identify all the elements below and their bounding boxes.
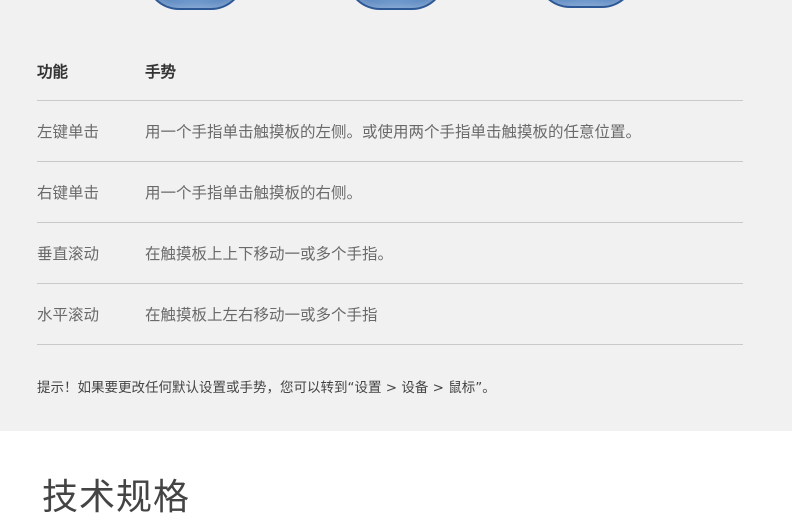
table-row: 左键单击 用一个手指单击触摸板的左侧。或使用两个手指单击触摸板的任意位置。: [37, 101, 743, 162]
function-cell: 左键单击: [37, 123, 100, 141]
gesture-table: 功能 手势 左键单击 用一个手指单击触摸板的左侧。或使用两个手指单击触摸板的任意…: [37, 41, 743, 345]
gesture-cell: 在触摸板上左右移动一或多个手指: [145, 306, 378, 324]
table-row: 水平滚动 在触摸板上左右移动一或多个手指: [37, 284, 743, 345]
table-row: 垂直滚动 在触摸板上上下移动一或多个手指。: [37, 223, 743, 284]
function-cell: 水平滚动: [37, 306, 100, 324]
function-cell: 垂直滚动: [37, 245, 100, 263]
touchpad-gestures-panel: 功能 手势 左键单击 用一个手指单击触摸板的左侧。或使用两个手指单击触摸板的任意…: [0, 0, 792, 431]
gesture-cell: 用一个手指单击触摸板的右侧。: [145, 184, 363, 202]
gesture-illustration-scroll: [536, 0, 636, 8]
gesture-cell: 用一个手指单击触摸板的左侧。或使用两个手指单击触摸板的任意位置。: [145, 123, 642, 141]
table-header-row: 功能 手势: [37, 41, 743, 101]
column-header-function: 功能: [37, 62, 69, 81]
gesture-illustration-right-click: [346, 0, 446, 10]
gesture-cell: 在触摸板上上下移动一或多个手指。: [145, 245, 394, 263]
settings-tip: 提示！如果要更改任何默认设置或手势，您可以转到“设置 > 设备 > 鼠标”。: [37, 380, 496, 396]
column-header-gesture: 手势: [145, 62, 177, 81]
table-row: 右键单击 用一个手指单击触摸板的右侧。: [37, 162, 743, 223]
section-title-tech-specs: 技术规格: [42, 477, 191, 518]
gesture-illustration-left-click: [145, 0, 245, 10]
function-cell: 右键单击: [37, 184, 100, 202]
